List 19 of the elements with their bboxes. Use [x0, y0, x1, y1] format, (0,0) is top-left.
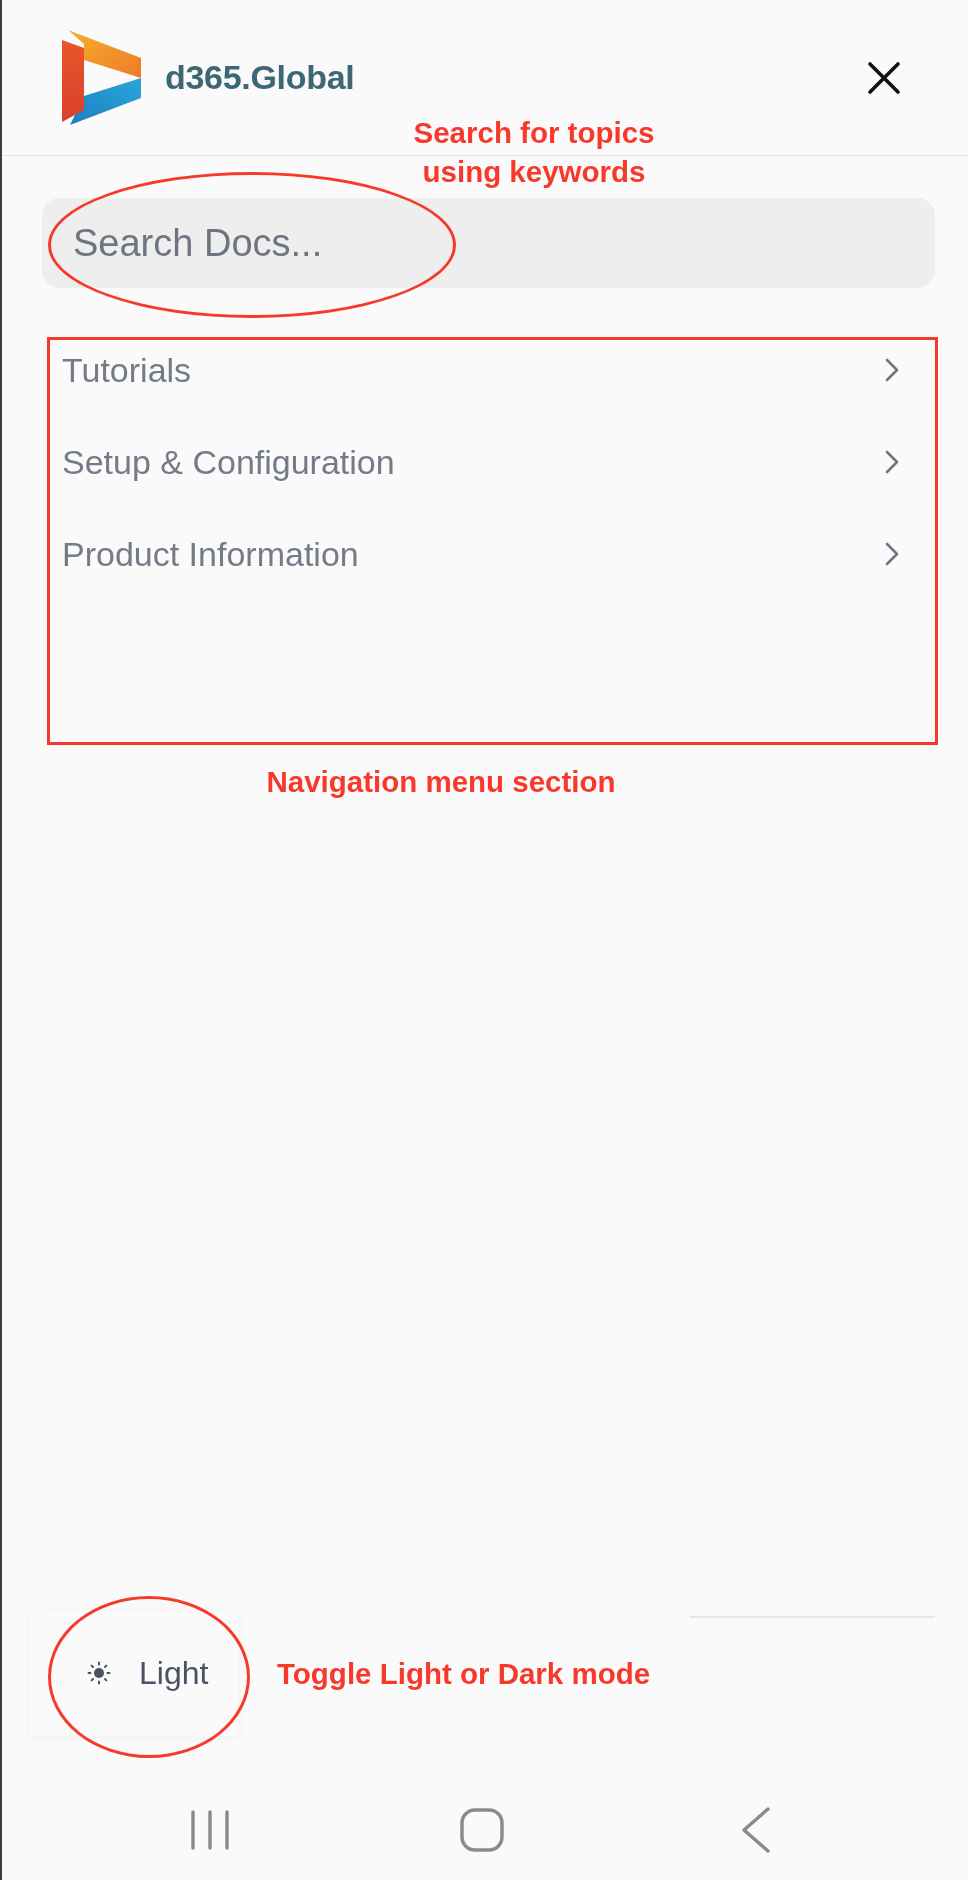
nav-link[interactable]: Setup & Configuration [42, 416, 935, 508]
chevron-right-icon [884, 541, 900, 567]
nav-link[interactable]: Tutorials [42, 324, 935, 416]
search-field[interactable]: Search Docs... [42, 198, 935, 288]
annotation-text: Toggle Light or Dark mode [277, 1656, 651, 1692]
vertical-bars-icon[interactable] [190, 1810, 230, 1850]
nav-link[interactable]: Product Information [42, 508, 935, 600]
close-icon [866, 59, 902, 96]
sun-icon [87, 1661, 111, 1685]
theme-toggle-button[interactable]: Light [30, 1610, 239, 1736]
chevron-right-icon [884, 357, 900, 383]
rounded-square-icon[interactable] [460, 1808, 504, 1852]
chevron-left-icon[interactable] [741, 1807, 771, 1853]
logo-icon [62, 30, 141, 125]
annotation-text: Search for topics using keywords [412, 115, 656, 190]
annotation-text: Navigation menu section [266, 764, 616, 800]
chevron-right-icon [884, 449, 900, 475]
brand-name: d365.Global [165, 57, 355, 98]
close-button[interactable] [866, 59, 902, 96]
